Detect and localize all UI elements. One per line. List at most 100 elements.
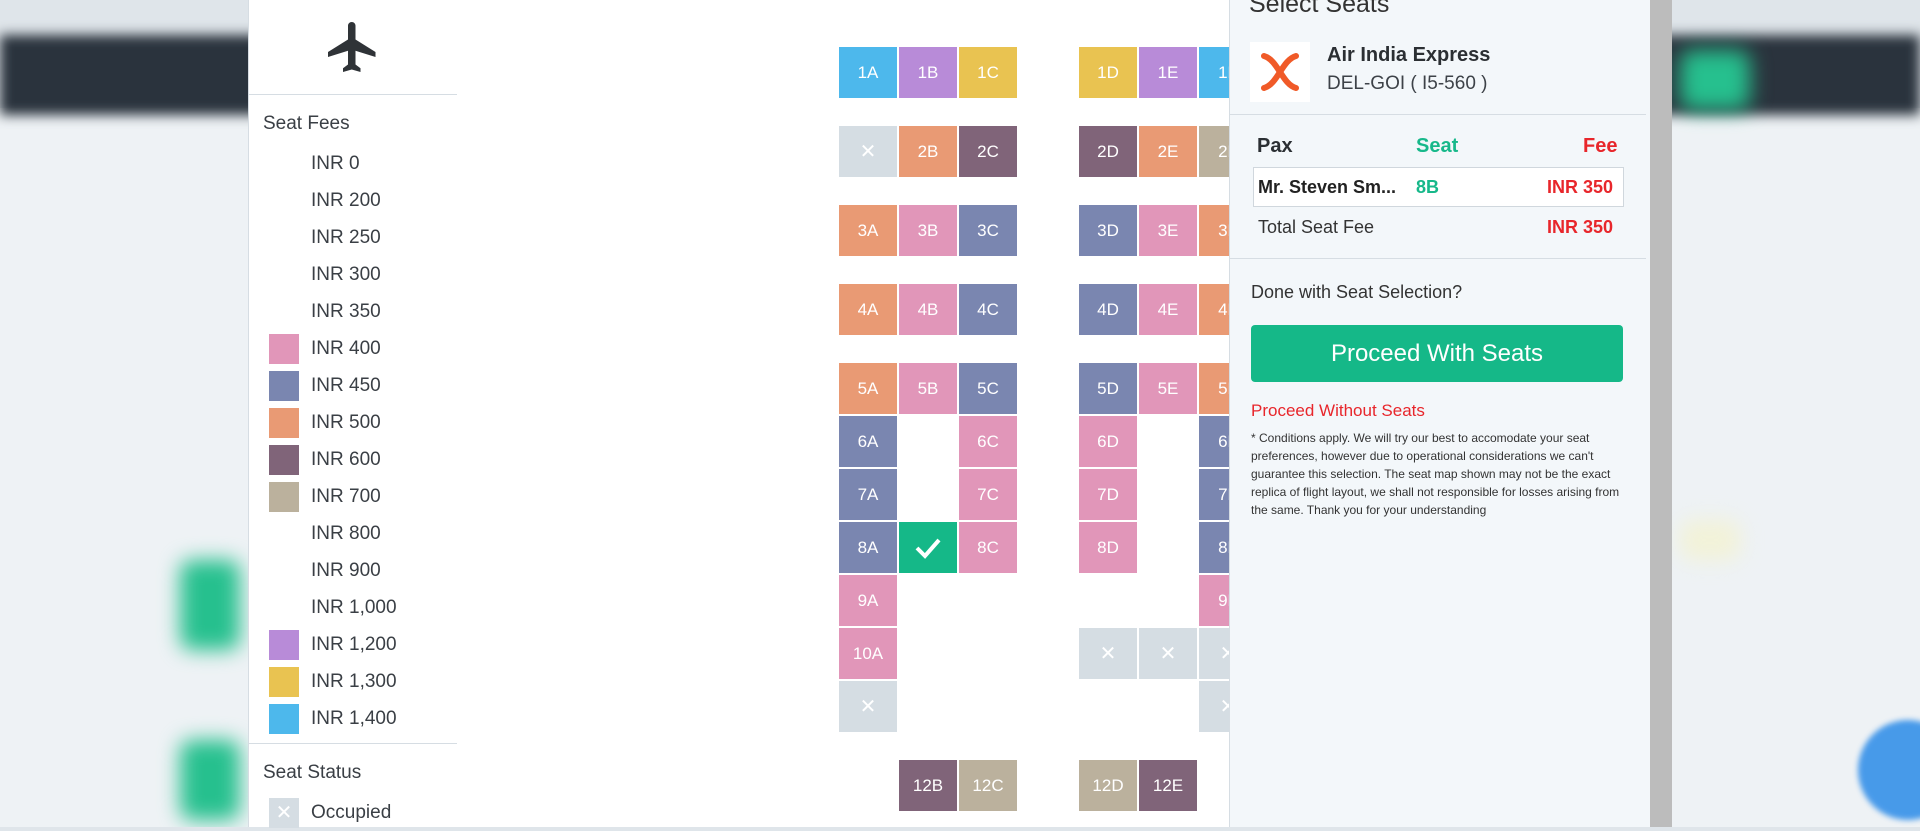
seat-1d[interactable]: 1D	[1079, 47, 1137, 98]
fee-color-swatch	[269, 519, 299, 549]
fee-label: INR 0	[311, 152, 360, 174]
fee-color-swatch	[269, 260, 299, 290]
seat-2c[interactable]: 2C	[959, 126, 1017, 177]
fee-color-swatch	[269, 149, 299, 179]
seat-5e[interactable]: 5E	[1139, 363, 1197, 414]
seat-1b[interactable]: 1B	[899, 47, 957, 98]
fee-label: INR 450	[311, 374, 381, 396]
seat-3b[interactable]: 3B	[899, 205, 957, 256]
status-occupied: ✕ Occupied	[269, 794, 457, 831]
fee-label: INR 600	[311, 448, 381, 470]
airline-logo	[1250, 42, 1310, 102]
fee-legend-item: INR 400	[269, 330, 457, 367]
seat-1e[interactable]: 1E	[1139, 47, 1197, 98]
seat-5b[interactable]: 5B	[899, 363, 957, 414]
seat-12d[interactable]: 12D	[1079, 760, 1137, 811]
seat-5c[interactable]: 5C	[959, 363, 1017, 414]
seat-selection-modal: Seat Fees INR 0 INR 200 INR 250 INR 300 INR …	[248, 0, 1672, 828]
seat-8a[interactable]: 8A	[839, 522, 897, 573]
fee-label: INR 400	[311, 337, 381, 359]
fee-legend-item: INR 1,200	[269, 626, 457, 663]
fee-legend-item: INR 300	[269, 256, 457, 293]
fee-color-swatch	[269, 186, 299, 216]
fee-label: INR 300	[311, 263, 381, 285]
seat-3a[interactable]: 3A	[839, 205, 897, 256]
seat-4a[interactable]: 4A	[839, 284, 897, 335]
seat-12b[interactable]: 12B	[899, 760, 957, 811]
pax-header: Pax	[1257, 135, 1293, 157]
fee-label: INR 250	[311, 226, 381, 248]
seat-6d[interactable]: 6D	[1079, 416, 1137, 467]
seat-4d[interactable]: 4D	[1079, 284, 1137, 335]
fee-legend-item: INR 250	[269, 219, 457, 256]
seat-8d[interactable]: 8D	[1079, 522, 1137, 573]
fee-legend-item: INR 0	[269, 145, 457, 182]
seat-3d[interactable]: 3D	[1079, 205, 1137, 256]
fee-legend-item: INR 900	[269, 552, 457, 589]
proceed-without-seats-link[interactable]: Proceed Without Seats	[1251, 401, 1425, 421]
fee-label: INR 200	[311, 189, 381, 211]
seat-2b[interactable]: 2B	[899, 126, 957, 177]
seat-5a[interactable]: 5A	[839, 363, 897, 414]
fee-legend-item: INR 450	[269, 367, 457, 404]
seat-2d[interactable]: 2D	[1079, 126, 1137, 177]
checkmark-icon	[915, 538, 941, 559]
fee-color-swatch	[269, 629, 299, 660]
passenger-fee: INR 350	[1547, 177, 1614, 197]
seat-fee-list: INR 0 INR 200 INR 250 INR 300 INR 350 INR 400…	[249, 139, 457, 737]
seat-3c[interactable]: 3C	[959, 205, 1017, 256]
seat-1c[interactable]: 1C	[959, 47, 1017, 98]
fee-legend-item: INR 1,300	[269, 663, 457, 700]
airplane-icon	[328, 22, 376, 72]
seat-3e[interactable]: 3E	[1139, 205, 1197, 256]
seat-status-title: Seat Status	[263, 762, 362, 783]
seat-6c[interactable]: 6C	[959, 416, 1017, 467]
fee-legend-item: INR 1,400	[269, 700, 457, 737]
plane-header	[249, 0, 457, 95]
seat-7d[interactable]: 7D	[1079, 469, 1137, 520]
fee-color-swatch	[269, 370, 299, 401]
seat-4e[interactable]: 4E	[1139, 284, 1197, 335]
seat-header: Seat	[1416, 135, 1459, 157]
seat-selected[interactable]	[899, 522, 957, 573]
seat-9a[interactable]: 9A	[839, 575, 897, 626]
seat-4b[interactable]: 4B	[899, 284, 957, 335]
seat-fees-title: Seat Fees	[263, 113, 350, 134]
proceed-with-seats-button[interactable]: Proceed With Seats	[1251, 325, 1623, 382]
fee-color-swatch	[269, 556, 299, 586]
fee-color-swatch	[269, 223, 299, 253]
fee-label: INR 800	[311, 522, 381, 544]
fee-legend-item: INR 500	[269, 404, 457, 441]
fee-label: INR 700	[311, 485, 381, 507]
seat-7c[interactable]: 7C	[959, 469, 1017, 520]
seat-6a[interactable]: 6A	[839, 416, 897, 467]
seat-12e[interactable]: 12E	[1139, 760, 1197, 811]
fee-color-swatch	[269, 703, 299, 734]
passenger-name: Mr. Steven Sm...	[1258, 177, 1397, 197]
flight-route: DEL-GOI ( I5-560 )	[1327, 73, 1488, 94]
fee-label: INR 500	[311, 411, 381, 433]
fee-label: INR 1,200	[311, 633, 397, 655]
fee-color-swatch	[269, 593, 299, 623]
fee-color-swatch	[269, 666, 299, 697]
total-seat-fee-label: Total Seat Fee	[1258, 217, 1375, 237]
airline-name: Air India Express	[1327, 44, 1491, 66]
seat-8c[interactable]: 8C	[959, 522, 1017, 573]
fee-color-swatch	[269, 333, 299, 364]
seat-10a[interactable]: 10A	[839, 628, 897, 679]
total-seat-fee: INR 350	[1547, 217, 1614, 237]
fee-legend-item: INR 600	[269, 441, 457, 478]
fee-color-swatch	[269, 407, 299, 438]
seat-1a[interactable]: 1A	[839, 47, 897, 98]
seat-2e[interactable]: 2E	[1139, 126, 1197, 177]
panel-scrollbar[interactable]	[1650, 0, 1672, 827]
seat-4c[interactable]: 4C	[959, 284, 1017, 335]
occupied-label: Occupied	[311, 801, 392, 823]
fee-label: INR 350	[311, 300, 381, 322]
seat-legend: Seat Fees INR 0 INR 200 INR 250 INR 300 INR …	[248, 0, 458, 828]
seat-7a[interactable]: 7A	[839, 469, 897, 520]
seat-12c[interactable]: 12C	[959, 760, 1017, 811]
fee-header: Fee	[1583, 135, 1618, 157]
fee-legend-item: INR 700	[269, 478, 457, 515]
seat-5d[interactable]: 5D	[1079, 363, 1137, 414]
